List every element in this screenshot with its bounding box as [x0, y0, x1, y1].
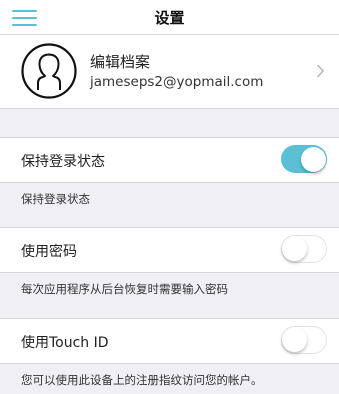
avatar-icon — [21, 43, 77, 99]
edit-profile-row[interactable]: 编辑档案 jameseps2@yopmail.com — [0, 35, 339, 109]
use-passcode-note: 每次应用程序从后台恢复时需要输入密码 — [21, 282, 228, 296]
stay-signed-in-row: 保持登录状态 — [0, 137, 339, 183]
use-passcode-row: 使用密码 — [0, 227, 339, 273]
stay-signed-in-label: 保持登录状态 — [21, 154, 105, 170]
navigation-bar: 设置 — [0, 0, 339, 35]
use-touch-id-note: 您可以使用此设备上的注册指纹访问您的帐户。 — [21, 373, 263, 387]
profile-name: 编辑档案 — [90, 53, 151, 71]
use-touch-id-row: 使用Touch ID — [0, 318, 339, 364]
page-title: 设置 — [154, 9, 185, 27]
use-passcode-toggle[interactable] — [281, 235, 327, 263]
stay-signed-in-toggle[interactable] — [281, 145, 327, 173]
stay-signed-in-note: 保持登录状态 — [21, 192, 90, 206]
use-passcode-label: 使用密码 — [21, 244, 77, 260]
use-touch-id-toggle[interactable] — [281, 326, 327, 354]
use-touch-id-label: 使用Touch ID — [21, 335, 109, 351]
profile-email: jameseps2@yopmail.com — [90, 74, 264, 90]
chevron-right-icon — [317, 64, 325, 78]
